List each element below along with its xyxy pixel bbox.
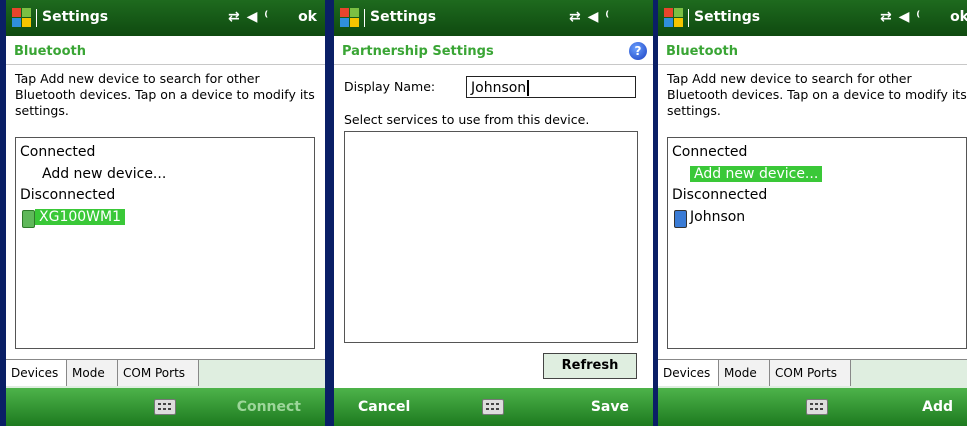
title-bar: Settings ⇄ ◀ ⁽ ok	[6, 0, 325, 36]
display-name-label: Display Name:	[344, 79, 436, 94]
instructions-text: Tap Add new device to search for other B…	[15, 71, 315, 118]
tab-devices[interactable]: Devices	[6, 360, 67, 386]
tab-mode[interactable]: Mode	[719, 360, 770, 386]
title-separator	[364, 9, 365, 27]
text-cursor	[527, 80, 534, 96]
tab-strip: Devices Mode COM Ports	[6, 359, 325, 388]
connected-group-label: Connected	[20, 144, 96, 160]
app-title: Settings	[694, 9, 761, 25]
bluetooth-devices-screen: Settings ⇄ ◀ ⁽ ok Bluetooth Tap Add new …	[6, 0, 325, 426]
add-softkey[interactable]: Add	[922, 399, 953, 415]
app-title: Settings	[42, 9, 109, 25]
title-separator	[36, 9, 37, 27]
refresh-button[interactable]: Refresh	[543, 353, 637, 379]
windows-start-icon[interactable]	[12, 8, 32, 28]
tab-mode[interactable]: Mode	[67, 360, 118, 386]
save-softkey[interactable]: Save	[591, 399, 629, 415]
disconnected-group-label: Disconnected	[672, 187, 768, 203]
connect-softkey[interactable]: Connect	[237, 399, 301, 415]
bluetooth-devices-screen-paired: Settings ⇄ ◀ ⁽ ok Bluetooth Tap Add new …	[658, 0, 967, 426]
page-header: Bluetooth	[6, 36, 325, 65]
device-item-xg100wm1[interactable]: XG100WM1	[35, 209, 125, 225]
page-title: Partnership Settings	[342, 44, 494, 59]
help-icon[interactable]: ?	[629, 42, 647, 60]
app-title: Settings	[370, 9, 437, 25]
softkey-bar: Connect	[6, 388, 325, 426]
cancel-softkey[interactable]: Cancel	[358, 399, 410, 415]
connectivity-volume-icons[interactable]: ⇄ ◀ ⁽	[228, 9, 269, 25]
device-list[interactable]: Connected Add new device... Disconnected…	[667, 137, 967, 349]
page-title: Bluetooth	[666, 44, 738, 59]
tab-com-ports[interactable]: COM Ports	[118, 360, 199, 386]
connectivity-volume-icons[interactable]: ⇄ ◀ ⁽	[880, 9, 921, 25]
phone-icon	[674, 210, 687, 228]
services-list[interactable]	[344, 131, 638, 343]
ok-button[interactable]: ok	[950, 9, 967, 25]
device-item-johnson[interactable]: Johnson	[690, 209, 745, 225]
connected-group-label: Connected	[672, 144, 748, 160]
softkey-bar: Add	[658, 388, 967, 426]
windows-start-icon[interactable]	[664, 8, 684, 28]
softkey-bar: Cancel Save	[334, 388, 653, 426]
tab-strip: Devices Mode COM Ports	[658, 359, 967, 388]
keyboard-icon[interactable]	[482, 399, 504, 415]
tab-devices[interactable]: Devices	[658, 360, 719, 386]
add-new-device-item[interactable]: Add new device...	[42, 166, 166, 182]
page-header: Partnership Settings ?	[334, 36, 653, 65]
add-new-device-item[interactable]: Add new device...	[690, 166, 823, 182]
ok-button[interactable]: ok	[298, 9, 317, 25]
display-name-value: Johnson	[471, 80, 527, 96]
keyboard-icon[interactable]	[154, 399, 176, 415]
disconnected-group-label: Disconnected	[20, 187, 116, 203]
services-label: Select services to use from this device.	[344, 112, 590, 127]
title-bar: Settings ⇄ ◀ ⁽	[334, 0, 653, 36]
windows-start-icon[interactable]	[340, 8, 360, 28]
partnership-settings-screen: Settings ⇄ ◀ ⁽ Partnership Settings ? Di…	[334, 0, 653, 426]
title-bar: Settings ⇄ ◀ ⁽ ok	[658, 0, 967, 36]
keyboard-icon[interactable]	[806, 399, 828, 415]
page-header: Bluetooth	[658, 36, 967, 65]
title-separator	[688, 9, 689, 27]
connectivity-volume-icons[interactable]: ⇄ ◀ ⁽	[569, 9, 610, 25]
display-name-input[interactable]: Johnson	[466, 76, 636, 98]
instructions-text: Tap Add new device to search for other B…	[667, 71, 967, 118]
device-list[interactable]: Connected Add new device... Disconnected…	[15, 137, 315, 349]
device-icon	[22, 210, 35, 228]
tab-com-ports[interactable]: COM Ports	[770, 360, 851, 386]
page-title: Bluetooth	[14, 44, 86, 59]
